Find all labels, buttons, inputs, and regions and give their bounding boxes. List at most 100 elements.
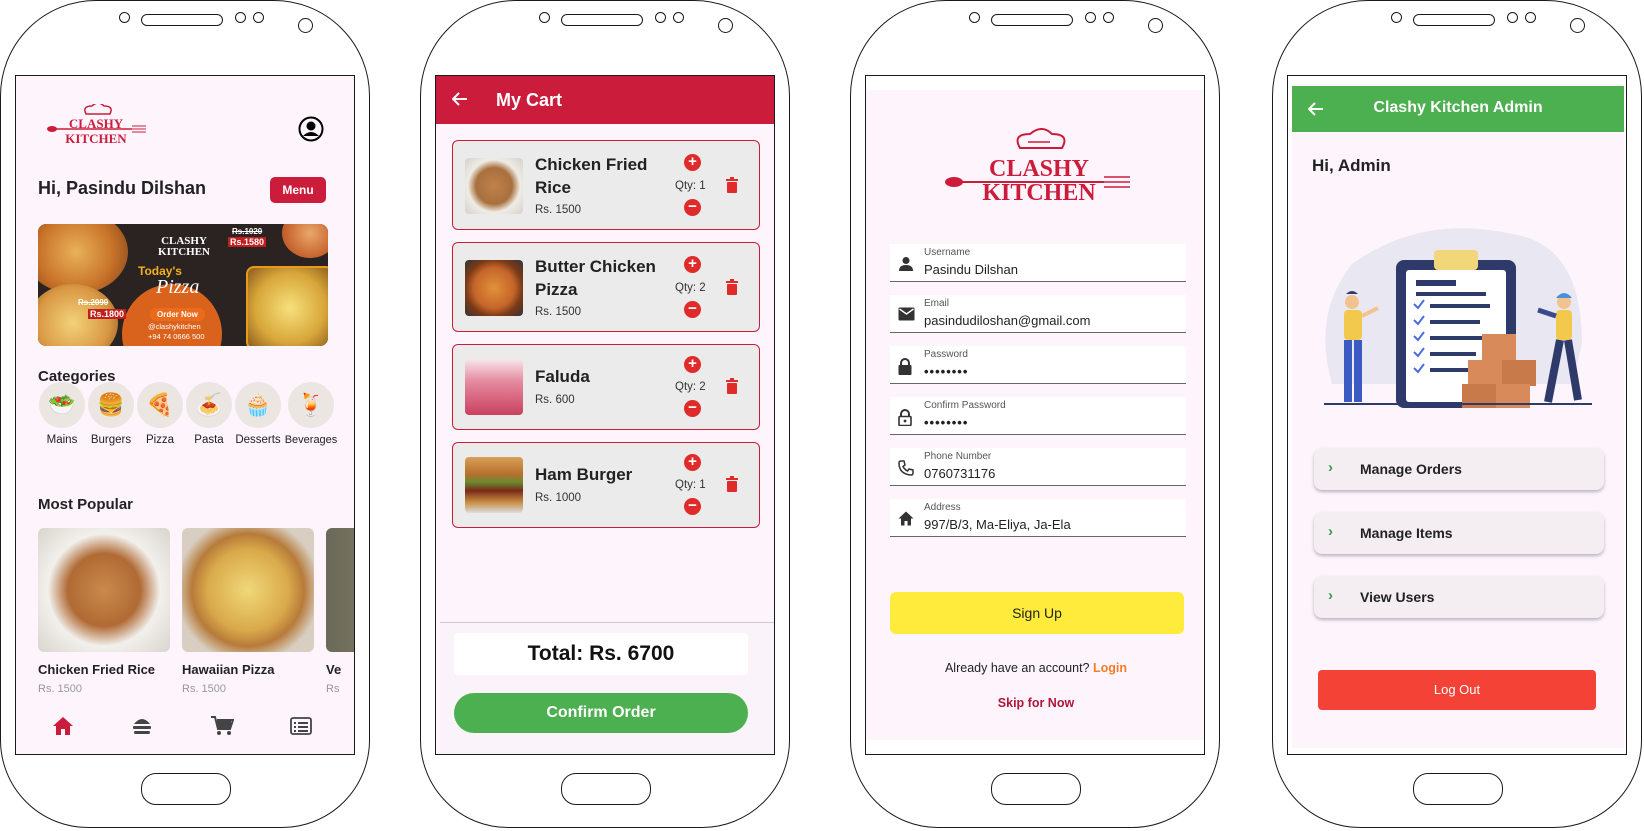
- login-link[interactable]: Login: [1093, 661, 1127, 675]
- cart-item-price: Rs. 1000: [535, 492, 582, 504]
- email-field[interactable]: Email pasindudiloshan@gmail.com: [890, 295, 1186, 333]
- cart-item: Faluda Rs. 600 + Qty: 2 −: [452, 344, 760, 430]
- burger-icon[interactable]: [132, 716, 152, 736]
- banner-new-price-1: Rs.1580: [228, 237, 267, 247]
- category-pasta[interactable]: 🍝 Pasta: [184, 382, 234, 446]
- back-arrow-icon[interactable]: [452, 92, 468, 106]
- admin-greeting: Hi, Admin: [1312, 156, 1391, 175]
- list-icon[interactable]: [290, 717, 312, 735]
- field-value: pasindudiloshan@gmail.com: [924, 313, 1091, 328]
- cart-item-price: Rs. 1500: [535, 204, 582, 216]
- admin-screen: Clashy Kitchen Admin Hi, Admin › Manage …: [1287, 75, 1627, 755]
- banner-order-now[interactable]: Order Now: [150, 308, 205, 321]
- admin-body: [1292, 84, 1624, 748]
- chevron-right-icon: ›: [1328, 523, 1333, 540]
- banner-pizza-image: [246, 266, 328, 346]
- increment-button[interactable]: +: [684, 256, 701, 273]
- popular-item[interactable]: Chicken Fried Rice Rs. 1500: [38, 528, 170, 695]
- confirm-order-button[interactable]: Confirm Order: [454, 693, 748, 733]
- phone-sensor-dot: [539, 12, 550, 23]
- category-beverages[interactable]: 🍹 Beverages: [282, 382, 340, 446]
- phone-sensor-dot: [1525, 12, 1536, 23]
- log-out-button[interactable]: Log Out: [1318, 670, 1596, 710]
- category-pizza[interactable]: 🍕 Pizza: [135, 382, 185, 446]
- field-value: ••••••••: [924, 415, 969, 430]
- person-icon: [899, 257, 913, 271]
- decrement-button[interactable]: −: [684, 400, 701, 417]
- logo-text-kitchen: KITCHEN: [65, 131, 127, 146]
- delete-icon[interactable]: [725, 476, 739, 492]
- home-icon: [898, 511, 914, 526]
- address-field[interactable]: Address 997/B/3, Ma-Eliya, Ja-Ela: [890, 499, 1186, 537]
- phone-icon: [898, 460, 914, 476]
- password-field[interactable]: Password ••••••••: [890, 346, 1186, 384]
- popular-item-price: Rs. 1500: [38, 683, 83, 695]
- delete-icon[interactable]: [725, 279, 739, 295]
- field-label: Username: [924, 247, 971, 258]
- delete-icon[interactable]: [725, 177, 739, 193]
- category-label: Burgers: [90, 434, 132, 446]
- banner-phone: +94 74 0666 500: [148, 332, 205, 341]
- phone-number-field[interactable]: Phone Number 0760731176: [890, 448, 1186, 486]
- cart-screen: My Cart Chicken Fried Rice Rs. 1500 + Qt…: [435, 75, 775, 755]
- phone-home-button: [141, 773, 231, 805]
- category-desserts[interactable]: 🧁 Desserts: [233, 382, 283, 446]
- promo-banner[interactable]: CLASHY KITCHEN Today's Pizza Order Now @…: [38, 224, 328, 346]
- username-field[interactable]: Username Pasindu Dilshan: [890, 244, 1186, 282]
- home-icon[interactable]: [52, 716, 74, 736]
- pasta-icon: 🍝: [186, 382, 232, 428]
- category-label: Mains: [46, 434, 78, 446]
- tile-label: View Users: [1360, 589, 1435, 605]
- category-burgers[interactable]: 🍔 Burgers: [86, 382, 136, 446]
- phone-speaker: [1413, 14, 1495, 26]
- lock-icon: [898, 358, 912, 375]
- phone-sensor-dot: [119, 12, 130, 23]
- phone-sensor-dot: [1507, 12, 1518, 23]
- ham-burger-thumbnail: [465, 457, 523, 513]
- menu-button[interactable]: Menu: [270, 177, 326, 203]
- sign-up-button[interactable]: Sign Up: [890, 592, 1184, 634]
- increment-button[interactable]: +: [684, 454, 701, 471]
- skip-for-now-link[interactable]: Skip for Now: [866, 696, 1204, 710]
- cart-item-price: Rs. 1500: [535, 306, 582, 318]
- category-mains[interactable]: 🥗 Mains: [37, 382, 87, 446]
- login-prompt: Already have an account? Login: [866, 661, 1204, 675]
- banner-pizza-title: Pizza: [156, 276, 200, 298]
- phone-speaker: [141, 14, 223, 26]
- phone-sensor-dot: [235, 12, 246, 23]
- field-label: Password: [924, 349, 968, 360]
- confirm-password-field[interactable]: Confirm Password ••••••••: [890, 397, 1186, 435]
- category-label: Pizza: [145, 434, 175, 446]
- chevron-right-icon: ›: [1328, 459, 1333, 476]
- admin-app-bar: Clashy Kitchen Admin: [1292, 86, 1624, 132]
- cart-item-price: Rs. 600: [535, 394, 575, 406]
- cart-item-qty: Qty: 1: [675, 479, 706, 491]
- popular-item[interactable]: Hawaiian Pizza Rs. 1500: [182, 528, 314, 695]
- field-value: ••••••••: [924, 364, 969, 379]
- manage-items-tile[interactable]: › Manage Items: [1314, 512, 1604, 554]
- banner-old-price-2: Rs.2090: [78, 298, 109, 307]
- manage-orders-tile[interactable]: › Manage Orders: [1314, 448, 1604, 490]
- phone-frame-admin: Clashy Kitchen Admin Hi, Admin › Manage …: [1272, 0, 1642, 828]
- view-users-tile[interactable]: › View Users: [1314, 576, 1604, 618]
- popular-item[interactable]: Ve Rs: [326, 528, 354, 695]
- cart-item-name: Butter Chicken: [535, 257, 656, 276]
- mains-icon: 🥗: [39, 382, 85, 428]
- popular-item-name: Ve: [326, 662, 342, 677]
- category-label: Beverages: [284, 434, 338, 446]
- delete-icon[interactable]: [725, 378, 739, 394]
- cart-icon[interactable]: [210, 715, 234, 737]
- decrement-button[interactable]: −: [684, 301, 701, 318]
- decrement-button[interactable]: −: [684, 199, 701, 216]
- home-screen: CLASHY KITCHEN Hi, Pasindu Dilshan Menu …: [15, 75, 355, 755]
- increment-button[interactable]: +: [684, 356, 701, 373]
- profile-icon[interactable]: [298, 116, 324, 142]
- logo-text-clashy: CLASHY: [69, 116, 124, 131]
- banner-pizza-image: [38, 224, 128, 294]
- field-value: Pasindu Dilshan: [924, 262, 1018, 277]
- increment-button[interactable]: +: [684, 154, 701, 171]
- decrement-button[interactable]: −: [684, 498, 701, 515]
- login-prompt-text: Already have an account?: [944, 661, 1090, 675]
- greeting-text: Hi, Pasindu Dilshan: [38, 178, 207, 198]
- phone-sensor-dot: [969, 12, 980, 23]
